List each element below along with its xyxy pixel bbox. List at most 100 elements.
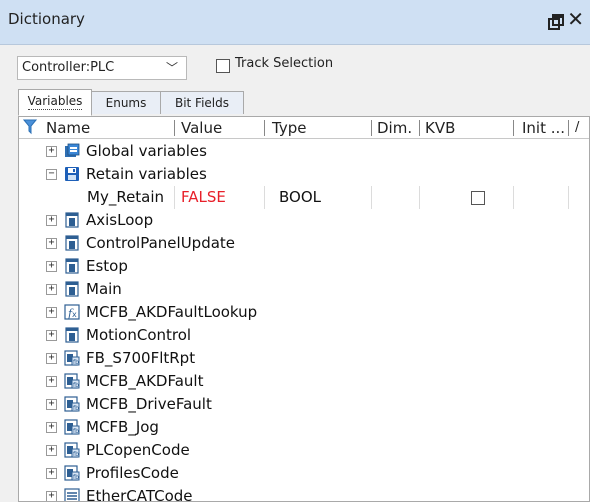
kvb-checkbox[interactable] [471, 191, 485, 205]
tree-node-label: FB_S700FltRpt [86, 349, 196, 367]
tree-node-label: AxisLoop [86, 211, 154, 229]
tree-node-program[interactable]: + Main [19, 278, 589, 301]
program-icon [65, 327, 79, 343]
expand-icon[interactable]: + [46, 468, 57, 479]
tree-node-ethercat[interactable]: + EtherCATCode [19, 485, 589, 502]
tab-enums[interactable]: Enums [90, 91, 162, 114]
svg-text:fb: fb [73, 451, 79, 458]
svg-text:fb: fb [73, 428, 79, 435]
tree-node-function-block[interactable]: + fb MCFB_Jog [19, 416, 589, 439]
tree-node-label: PLCopenCode [86, 441, 190, 459]
track-selection-checkbox[interactable] [216, 59, 230, 73]
column-header-type[interactable]: Type [272, 118, 306, 138]
cell-divider [513, 186, 514, 209]
title-bar: Dictionary ✕ [0, 0, 590, 45]
tree-node-function-block[interactable]: + fb PLCopenCode [19, 439, 589, 462]
svg-text:fb: fb [73, 382, 79, 389]
cell-divider [371, 186, 372, 209]
tree-node-function-block[interactable]: + fb ProfilesCode [19, 462, 589, 485]
tree-node-function[interactable]: + f x MCFB_AKDFaultLookup [19, 301, 589, 324]
float-window-icon[interactable] [548, 14, 564, 30]
tree-node-program[interactable]: + MotionControl [19, 324, 589, 347]
tree-node-global-variables[interactable]: + Global variables [19, 140, 589, 163]
expand-icon[interactable]: + [46, 261, 57, 272]
tree-node-retain-variables[interactable]: − Retain variables [19, 163, 589, 186]
expand-icon[interactable]: + [46, 422, 57, 433]
expand-icon[interactable]: + [46, 353, 57, 364]
tree-node-label: MotionControl [86, 326, 192, 344]
tree-node-label: EtherCATCode [86, 487, 193, 502]
program-icon [65, 258, 79, 274]
expand-icon[interactable]: + [46, 445, 57, 456]
variable-type[interactable]: BOOL [279, 188, 321, 207]
column-separator[interactable] [419, 120, 420, 136]
tree-node-function-block[interactable]: + fb FB_S700FltRpt [19, 347, 589, 370]
tree-node-label: Estop [86, 257, 128, 275]
cell-divider [568, 186, 569, 209]
column-separator[interactable] [513, 120, 514, 136]
expand-icon[interactable]: + [46, 284, 57, 295]
expand-icon[interactable]: + [46, 146, 57, 157]
tree-node-program[interactable]: + Estop [19, 255, 589, 278]
column-header-name[interactable]: Name [46, 118, 90, 138]
tree-node-label: Retain variables [86, 165, 207, 183]
tree-node-label: Main [86, 280, 122, 298]
variables-grid: Name Value Type Dim. KVB Init ... / + Gl… [18, 116, 590, 502]
expand-icon[interactable]: + [46, 376, 57, 387]
filter-icon[interactable] [23, 119, 37, 135]
column-header-dim[interactable]: Dim. [377, 118, 412, 138]
tree-node-program[interactable]: + AxisLoop [19, 209, 589, 232]
controller-select[interactable]: Controller:PLC ﹀ [17, 56, 187, 80]
tree-node-label: MCFB_Jog [86, 418, 159, 436]
tab-variables[interactable]: Variables [18, 89, 92, 116]
column-header-kvb[interactable]: KVB [425, 118, 455, 138]
expand-icon[interactable]: + [46, 238, 57, 249]
function-icon: f x [64, 304, 80, 320]
expand-icon[interactable]: + [46, 330, 57, 341]
cell-divider [419, 186, 420, 209]
close-icon[interactable]: ✕ [567, 9, 584, 29]
variable-name: My_Retain [87, 188, 165, 206]
variable-value[interactable]: FALSE [181, 188, 226, 207]
svg-text:x: x [72, 310, 77, 319]
column-separator[interactable] [371, 120, 372, 136]
function-block-icon: fb [64, 442, 80, 458]
function-block-icon: fb [64, 350, 80, 366]
expand-icon[interactable]: + [46, 215, 57, 226]
controller-select-value: Controller:PLC [22, 60, 115, 75]
expand-icon[interactable]: + [46, 399, 57, 410]
tree-node-label: Global variables [86, 142, 207, 160]
cell-divider [264, 186, 265, 209]
program-icon [65, 212, 79, 228]
tree-node-label: MCFB_DriveFault [86, 395, 212, 413]
track-selection-label[interactable]: Track Selection [235, 56, 333, 71]
function-block-icon: fb [64, 396, 80, 412]
column-separator[interactable] [174, 120, 175, 136]
column-header-overflow[interactable]: / [575, 118, 579, 138]
tab-bit-fields[interactable]: Bit Fields [160, 91, 244, 114]
function-block-icon: fb [64, 373, 80, 389]
collapse-icon[interactable]: − [46, 169, 57, 180]
column-header-value[interactable]: Value [181, 118, 222, 138]
save-disk-icon [65, 167, 79, 181]
program-icon [65, 281, 79, 297]
dictionary-panel: Dictionary ✕ Controller:PLC ﹀ Track Sele… [0, 0, 590, 502]
expand-icon[interactable]: + [46, 307, 57, 318]
expand-icon[interactable]: + [46, 491, 57, 501]
tree-node-label: MCFB_AKDFault [86, 372, 204, 390]
tree-node-function-block[interactable]: + fb MCFB_DriveFault [19, 393, 589, 416]
program-icon [65, 235, 79, 251]
column-separator[interactable] [264, 120, 265, 136]
function-block-icon: fb [64, 465, 80, 481]
grid-header: Name Value Type Dim. KVB Init ... / [19, 117, 589, 139]
tree-node-program[interactable]: + ControlPanelUpdate [19, 232, 589, 255]
column-separator[interactable] [568, 120, 569, 136]
ethercat-icon [64, 488, 80, 501]
global-variables-icon [65, 143, 80, 157]
tree-node-function-block[interactable]: + fb MCFB_AKDFault [19, 370, 589, 393]
column-header-init[interactable]: Init ... [522, 118, 565, 138]
variable-row-my-retain[interactable]: My_Retain FALSE BOOL [19, 186, 589, 209]
svg-text:fb: fb [73, 474, 79, 481]
svg-text:fb: fb [73, 405, 79, 412]
tree-node-label: ProfilesCode [86, 464, 179, 482]
